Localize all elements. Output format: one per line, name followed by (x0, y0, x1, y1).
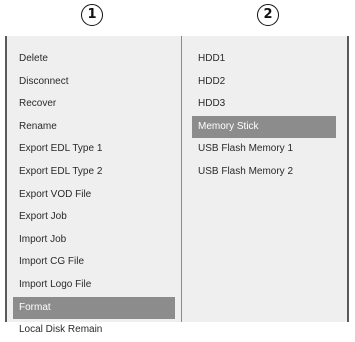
menu-item-memory-stick[interactable]: Memory Stick (192, 115, 336, 139)
menu-item-hdd1[interactable]: HDD1 (192, 48, 336, 71)
menu-item-export-vod-file[interactable]: Export VOD File (13, 184, 175, 207)
operation-menu: Delete Disconnect Recover Rename Export … (13, 48, 175, 342)
menu-item-rename[interactable]: Rename (13, 116, 175, 139)
menu-item-local-disk-remain[interactable]: Local Disk Remain (13, 319, 175, 342)
menu-item-hdd3[interactable]: HDD3 (192, 93, 336, 116)
callout-2-marker: 2 (257, 4, 279, 26)
menu-item-export-job[interactable]: Export Job (13, 206, 175, 229)
menu-item-hdd2[interactable]: HDD2 (192, 71, 336, 94)
callout-1-marker: 1 (81, 4, 103, 26)
column-divider (181, 36, 182, 322)
menu-item-import-cg-file[interactable]: Import CG File (13, 251, 175, 274)
menu-item-import-logo-file[interactable]: Import Logo File (13, 274, 175, 297)
menu-item-export-edl-type-1[interactable]: Export EDL Type 1 (13, 138, 175, 161)
menu-item-usb-flash-memory-2[interactable]: USB Flash Memory 2 (192, 161, 336, 184)
menu-item-delete[interactable]: Delete (13, 48, 175, 71)
menu-item-format[interactable]: Format (13, 296, 175, 320)
target-media-menu: HDD1 HDD2 HDD3 Memory Stick USB Flash Me… (192, 48, 336, 184)
menu-item-import-job[interactable]: Import Job (13, 229, 175, 252)
menu-item-usb-flash-memory-1[interactable]: USB Flash Memory 1 (192, 138, 336, 161)
menu-item-recover[interactable]: Recover (13, 93, 175, 116)
menu-item-disconnect[interactable]: Disconnect (13, 71, 175, 94)
menu-item-export-edl-type-2[interactable]: Export EDL Type 2 (13, 161, 175, 184)
